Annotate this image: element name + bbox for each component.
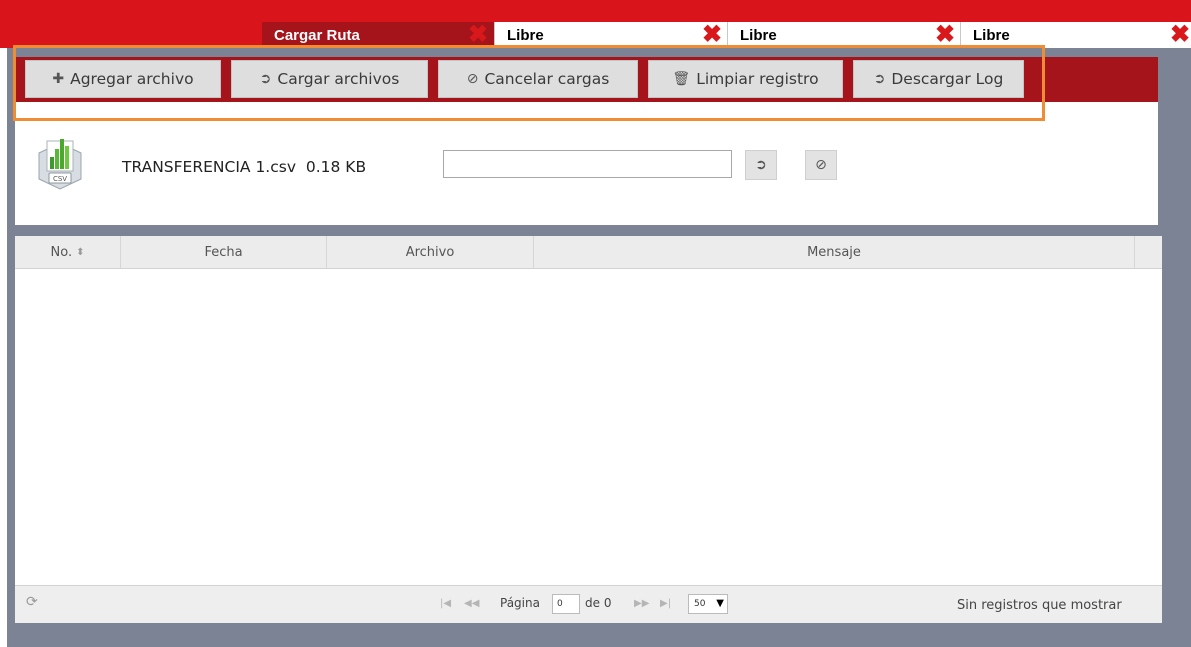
next-page-icon[interactable]: ▶▶ bbox=[634, 598, 649, 609]
column-header-mensaje[interactable]: Mensaje bbox=[534, 236, 1135, 269]
clear-log-label: Limpiar registro bbox=[696, 70, 819, 88]
close-icon[interactable]: ✖ bbox=[702, 23, 722, 47]
tab-cargar-ruta[interactable]: Cargar Ruta ✖ bbox=[262, 22, 494, 48]
sort-icon: ⬍ bbox=[76, 247, 85, 258]
cancel-icon: ⊘ bbox=[815, 157, 827, 173]
tab-libre-2[interactable]: Libre ✖ bbox=[727, 22, 960, 48]
page-size-select[interactable]: 50 ▼ bbox=[688, 594, 728, 614]
page-label: Página bbox=[500, 596, 540, 610]
column-label: No. bbox=[50, 245, 73, 260]
column-header-fecha[interactable]: Fecha bbox=[121, 236, 327, 269]
log-grid bbox=[15, 236, 1162, 623]
upload-files-label: Cargar archivos bbox=[277, 70, 400, 88]
csv-label: CSV bbox=[53, 175, 67, 183]
page-size-value: 50 bbox=[694, 599, 706, 609]
add-file-label: Agregar archivo bbox=[70, 70, 194, 88]
file-info: TRANSFERENCIA 1.csv 0.18 KB bbox=[122, 158, 366, 176]
tab-label: Libre bbox=[973, 26, 1010, 44]
arrow-circle-icon: ➲ bbox=[873, 71, 886, 87]
upload-files-button[interactable]: ➲ Cargar archivos bbox=[231, 60, 428, 98]
cancel-uploads-label: Cancelar cargas bbox=[484, 70, 610, 88]
start-upload-button[interactable]: ➲ bbox=[745, 150, 777, 180]
refresh-icon[interactable]: ⟳ bbox=[26, 594, 38, 610]
page-number-input[interactable]: 0 bbox=[552, 594, 580, 614]
page-count: de 0 bbox=[585, 596, 612, 610]
clear-log-button[interactable]: 🗑 Limpiar registro bbox=[648, 60, 843, 98]
upload-progress-bar bbox=[443, 150, 732, 178]
file-size: 0.18 KB bbox=[305, 158, 367, 176]
close-icon[interactable]: ✖ bbox=[468, 23, 488, 47]
plus-icon: ✚ bbox=[52, 71, 65, 87]
arrow-circle-icon: ➲ bbox=[259, 71, 272, 87]
prev-page-icon[interactable]: ◀◀ bbox=[464, 598, 479, 609]
csv-file-icon: CSV bbox=[38, 139, 82, 190]
trash-icon: 🗑 bbox=[672, 71, 691, 87]
first-page-icon[interactable]: |◀ bbox=[440, 598, 451, 609]
tab-label: Libre bbox=[740, 26, 777, 44]
tab-libre-3[interactable]: Libre ✖ bbox=[960, 22, 1191, 48]
close-icon[interactable]: ✖ bbox=[935, 23, 955, 47]
chevron-down-icon: ▼ bbox=[716, 598, 724, 609]
add-file-button[interactable]: ✚ Agregar archivo bbox=[25, 60, 221, 98]
tab-label: Cargar Ruta bbox=[274, 26, 360, 44]
file-name: TRANSFERENCIA 1.csv bbox=[122, 158, 296, 176]
download-log-button[interactable]: ➲ Descargar Log bbox=[853, 60, 1024, 98]
toolbar-spacer bbox=[15, 102, 1158, 122]
last-page-icon[interactable]: ▶| bbox=[660, 598, 671, 609]
tab-libre-1[interactable]: Libre ✖ bbox=[494, 22, 727, 48]
cancel-icon: ⊘ bbox=[466, 71, 479, 87]
column-label: Archivo bbox=[405, 245, 455, 260]
column-header-no[interactable]: No. ⬍ bbox=[15, 236, 121, 269]
cancel-upload-button[interactable]: ⊘ bbox=[805, 150, 837, 180]
arrow-circle-icon: ➲ bbox=[755, 157, 767, 173]
tab-label: Libre bbox=[507, 26, 544, 44]
column-label: Mensaje bbox=[807, 245, 861, 260]
cancel-uploads-button[interactable]: ⊘ Cancelar cargas bbox=[438, 60, 638, 98]
column-header-archivo[interactable]: Archivo bbox=[327, 236, 534, 269]
pager-status: Sin registros que mostrar bbox=[957, 598, 1122, 613]
close-icon[interactable]: ✖ bbox=[1170, 23, 1190, 47]
download-log-label: Descargar Log bbox=[891, 70, 1004, 88]
column-label: Fecha bbox=[204, 245, 243, 260]
